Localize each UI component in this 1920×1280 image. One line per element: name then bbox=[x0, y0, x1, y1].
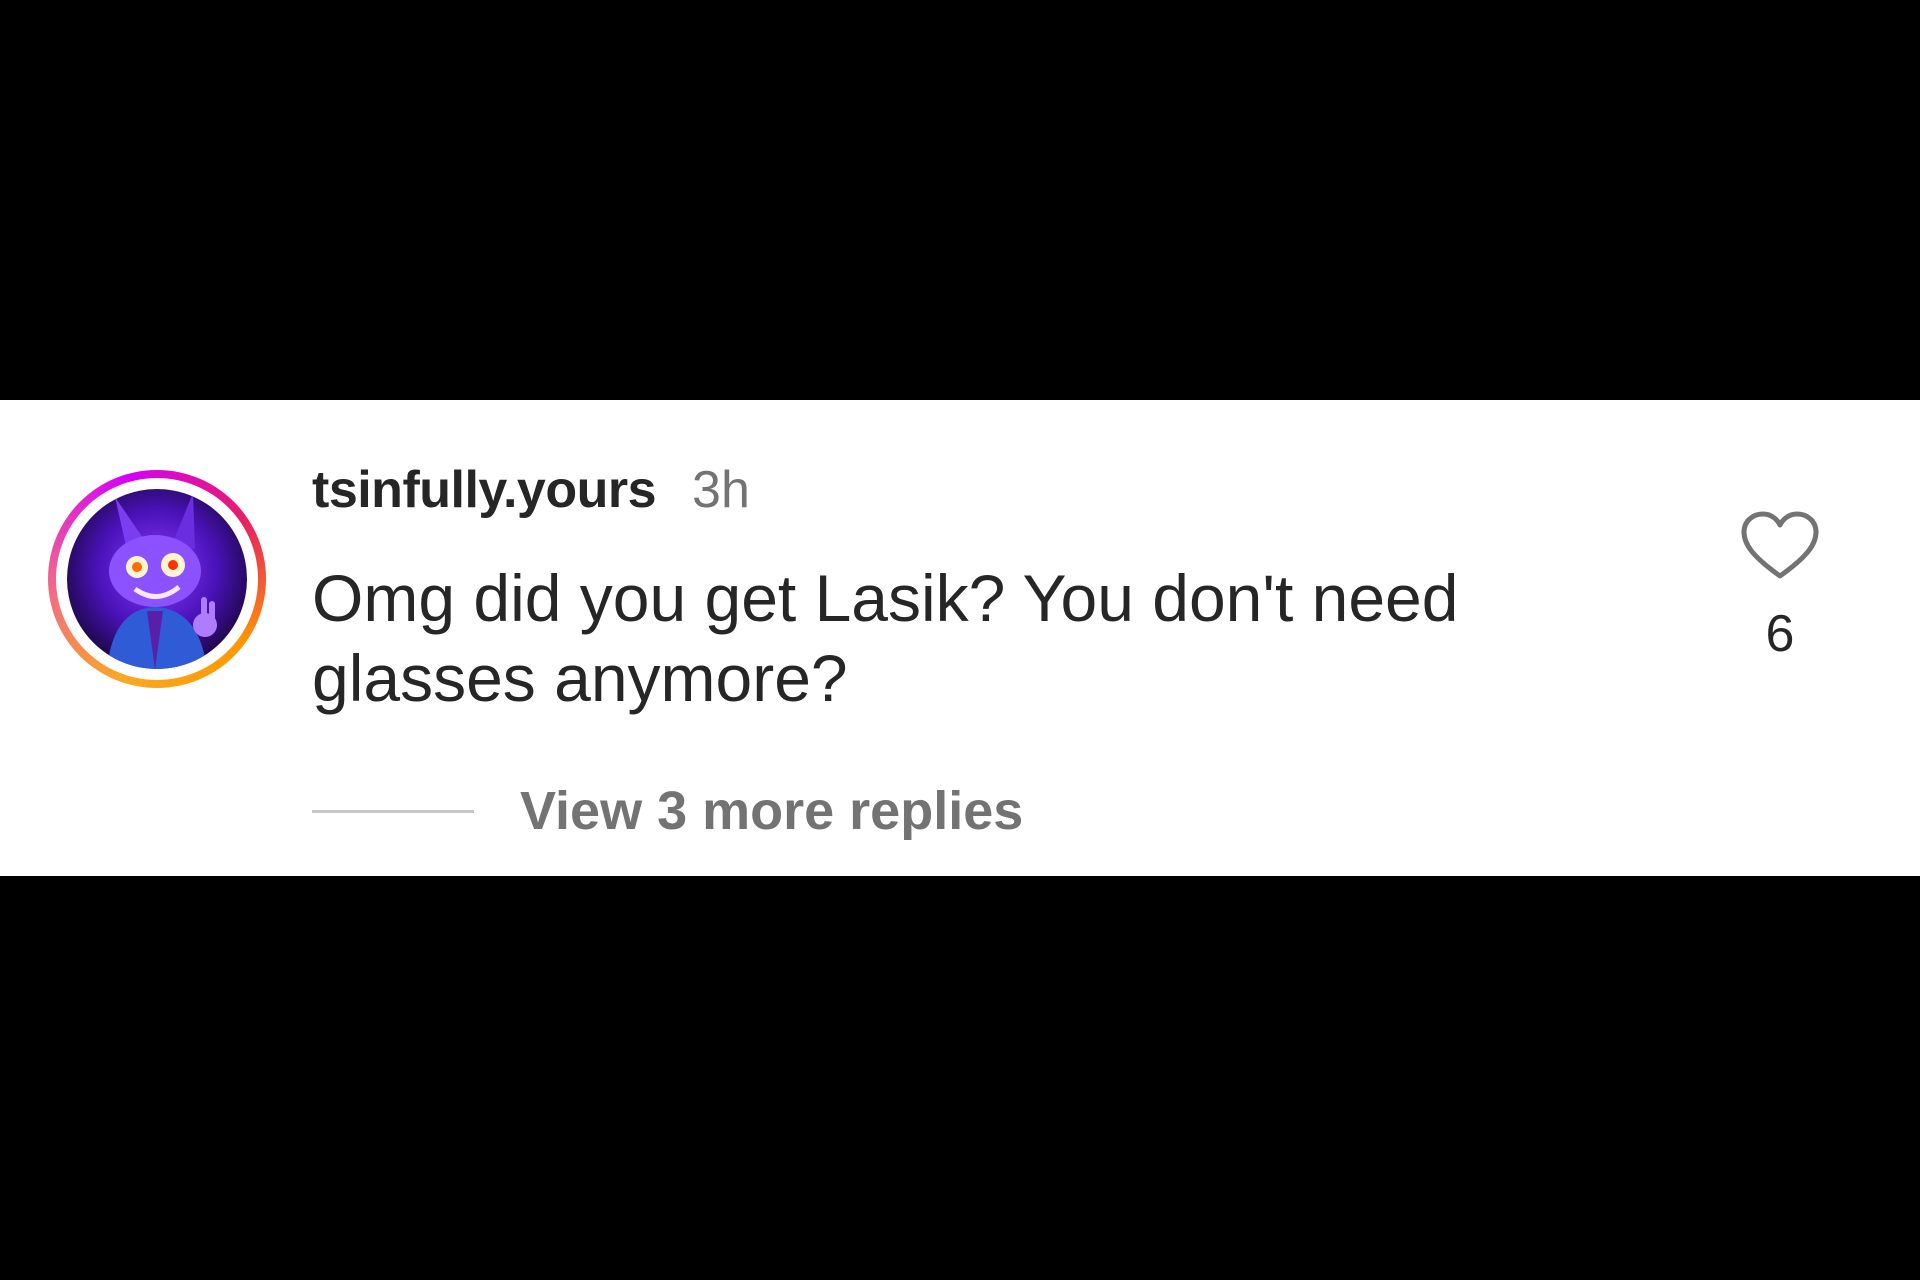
view-replies-row[interactable]: View 3 more replies bbox=[312, 780, 1023, 842]
replies-divider-line bbox=[312, 809, 474, 813]
comment-body: Omg did you get Lasik? You don't need gl… bbox=[312, 561, 1459, 715]
view-replies-button[interactable]: View 3 more replies bbox=[520, 780, 1023, 842]
like-count: 6 bbox=[1765, 605, 1795, 663]
comment-card: tsinfully.yours 3h Omg did you get Lasik… bbox=[0, 400, 1920, 876]
avatar-image bbox=[67, 489, 247, 669]
avatar-ring-gap bbox=[56, 478, 258, 680]
like-column: 6 bbox=[1736, 510, 1824, 664]
username[interactable]: tsinfully.yours bbox=[312, 460, 657, 520]
screenshot-frame: tsinfully.yours 3h Omg did you get Lasik… bbox=[0, 0, 1920, 1280]
comment-header: tsinfully.yours 3h bbox=[312, 460, 750, 520]
heart-outline-icon[interactable] bbox=[1740, 510, 1820, 582]
avatar[interactable] bbox=[67, 489, 247, 669]
avatar-story-ring[interactable] bbox=[48, 470, 266, 688]
comment-timestamp: 3h bbox=[692, 461, 750, 519]
